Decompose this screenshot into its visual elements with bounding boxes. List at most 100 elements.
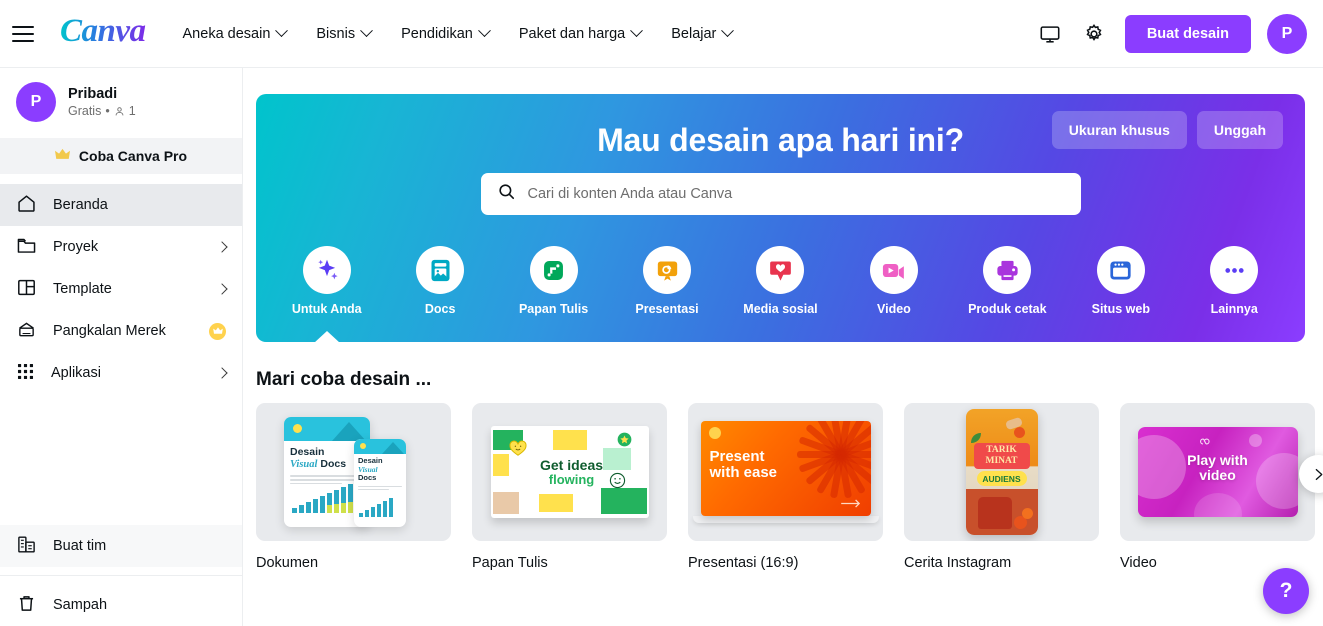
presentation-icon — [643, 246, 692, 294]
custom-size-button[interactable]: Ukuran khusus — [1051, 111, 1187, 149]
sidebar-item-template[interactable]: Template — [0, 268, 242, 310]
arrow-right-icon — [840, 499, 860, 508]
brand-kit-icon — [16, 319, 37, 344]
category-situs-web[interactable]: Situs web — [1067, 246, 1175, 342]
sidebar-item-beranda[interactable]: Beranda — [0, 184, 242, 226]
doc-title-line2: Visual — [290, 459, 318, 471]
video-camera-glyph — [883, 263, 905, 279]
video-artwork: Play with video — [1120, 403, 1315, 541]
crown-badge-glyph — [212, 327, 223, 334]
chevron-right-icon — [1315, 468, 1322, 480]
whiteboard-icon — [529, 246, 578, 294]
laptop-screen: Present with ease — [700, 421, 871, 516]
profile-name: Pribadi — [68, 85, 118, 102]
search-input[interactable] — [527, 186, 1065, 202]
smiley-sticker-icon — [609, 472, 625, 489]
category-video[interactable]: Video — [840, 246, 948, 342]
nav-label: Bisnis — [316, 25, 356, 42]
abstract-shape — [1193, 493, 1242, 517]
search-bar[interactable] — [480, 173, 1081, 215]
card-label: Presentasi (16:9) — [688, 555, 799, 571]
presentation-headline: Present with ease — [710, 449, 778, 481]
phone-mockup: TARIK MINAT AUDIENS — [965, 409, 1038, 535]
chevron-down-icon — [275, 24, 289, 38]
nav-item-paket-dan-harga[interactable]: Paket dan harga — [506, 18, 654, 50]
category-papan-tulis[interactable]: Papan Tulis — [500, 246, 608, 342]
category-untuk-anda[interactable]: Untuk Anda — [273, 246, 381, 342]
doc-title-line1: Desain — [290, 446, 325, 458]
template-card-video[interactable]: Play with video Video — [1120, 403, 1315, 571]
template-card-cerita-instagram[interactable]: TARIK MINAT AUDIENS Cerita Instagram — [904, 403, 1099, 571]
canva-logo[interactable]: Canva — [60, 15, 146, 52]
video-headline: Play with video — [1138, 453, 1298, 483]
doc-bar-chart-small — [359, 497, 401, 517]
category-label: Media sosial — [743, 302, 818, 316]
star-badge-icon — [617, 432, 631, 447]
nav-item-belajar[interactable]: Belajar — [658, 18, 745, 50]
chevron-down-icon — [630, 24, 644, 38]
chevron-down-icon — [477, 24, 491, 38]
upload-button[interactable]: Unggah — [1196, 111, 1283, 149]
sidebar-item-pangkalan-merek[interactable]: Pangkalan Merek — [0, 310, 242, 352]
home-icon — [16, 193, 37, 218]
card-thumbnail: Get ideas flowing — [472, 403, 667, 541]
photo-tile — [492, 492, 519, 514]
monitor-icon[interactable] — [1031, 15, 1069, 53]
nav-label: Paket dan harga — [518, 25, 626, 42]
sidebar-item-sampah[interactable]: Sampah — [0, 584, 242, 626]
nav-item-pendidikan[interactable]: Pendidikan — [388, 18, 502, 50]
sidebar-item-buat-tim[interactable]: Buat tim — [0, 525, 242, 567]
user-avatar[interactable]: P — [1267, 13, 1307, 54]
chevron-right-icon — [216, 241, 228, 253]
template-card-papan-tulis[interactable]: Get ideas flowing Papan Tulis — [472, 403, 667, 571]
hamburger-menu-icon[interactable] — [12, 25, 34, 42]
doc-bar-chart — [292, 483, 362, 513]
tomato-held — [1013, 427, 1025, 438]
profile-separator: • — [105, 103, 110, 118]
instagram-story-artwork: TARIK MINAT AUDIENS — [904, 403, 1099, 541]
card-thumbnail: Present with ease — [688, 403, 883, 541]
top-nav-actions: Buat desain P — [1031, 13, 1323, 54]
laptop-base — [692, 516, 879, 523]
headline-banner: TARIK MINAT — [973, 443, 1030, 469]
card-thumbnail: TARIK MINAT AUDIENS — [904, 403, 1099, 541]
top-nav-items: Aneka desain Bisnis Pendidikan Paket dan… — [170, 18, 746, 50]
sticky-note — [538, 494, 573, 512]
create-design-button[interactable]: Buat desain — [1124, 14, 1251, 53]
hero-banner: Mau desain apa hari ini? Ukuran khusus U… — [256, 94, 1305, 342]
sidebar-item-aplikasi[interactable]: Aplikasi — [0, 352, 242, 394]
sunburst-graphic — [795, 421, 871, 499]
category-lainnya[interactable]: Lainnya — [1180, 246, 1288, 342]
doc-page-small: Desain Visual Docs — [354, 439, 406, 527]
category-label: Situs web — [1091, 302, 1150, 316]
profile-plan: Gratis — [68, 103, 102, 118]
nav-label: Aneka desain — [182, 25, 271, 42]
category-media-sosial[interactable]: Media sosial — [726, 246, 834, 342]
category-label: Untuk Anda — [291, 302, 362, 316]
category-label: Lainnya — [1210, 302, 1258, 316]
gear-icon[interactable] — [1075, 15, 1113, 53]
template-card-dokumen[interactable]: Desain Visual Docs Desain Visual Docs Do… — [256, 403, 451, 571]
nav-item-bisnis[interactable]: Bisnis — [303, 18, 384, 50]
sidebar-profile[interactable]: P Pribadi Gratis • 1 — [0, 68, 242, 132]
sidebar-divider — [0, 575, 242, 576]
chevron-right-icon — [216, 367, 228, 379]
try-canva-pro-button[interactable]: Coba Canva Pro — [0, 138, 242, 174]
card-thumbnail: Play with video — [1120, 403, 1315, 541]
category-presentasi[interactable]: Presentasi — [613, 246, 721, 342]
help-button[interactable]: ? — [1263, 568, 1309, 614]
category-docs[interactable]: Docs — [386, 246, 494, 342]
top-navigation-bar: Canva Aneka desain Bisnis Pendidikan Pak… — [0, 0, 1323, 68]
nav-label: Belajar — [671, 25, 717, 42]
category-produk-cetak[interactable]: Produk cetak — [953, 246, 1061, 342]
sun-shape — [293, 424, 302, 433]
vid-line2: video — [1199, 466, 1236, 483]
doc-icon — [416, 246, 465, 294]
ig-line2: MINAT — [985, 455, 1018, 466]
nav-item-aneka-desain[interactable]: Aneka desain — [170, 18, 300, 50]
template-card-presentasi[interactable]: Present with ease Presentasi (16:9) — [688, 403, 883, 571]
sidebar-item-proyek[interactable]: Proyek — [0, 226, 242, 268]
sidebar-label: Buat tim — [53, 538, 107, 554]
chevron-down-icon — [360, 24, 373, 38]
card-thumbnail: Desain Visual Docs Desain Visual Docs — [256, 403, 451, 541]
